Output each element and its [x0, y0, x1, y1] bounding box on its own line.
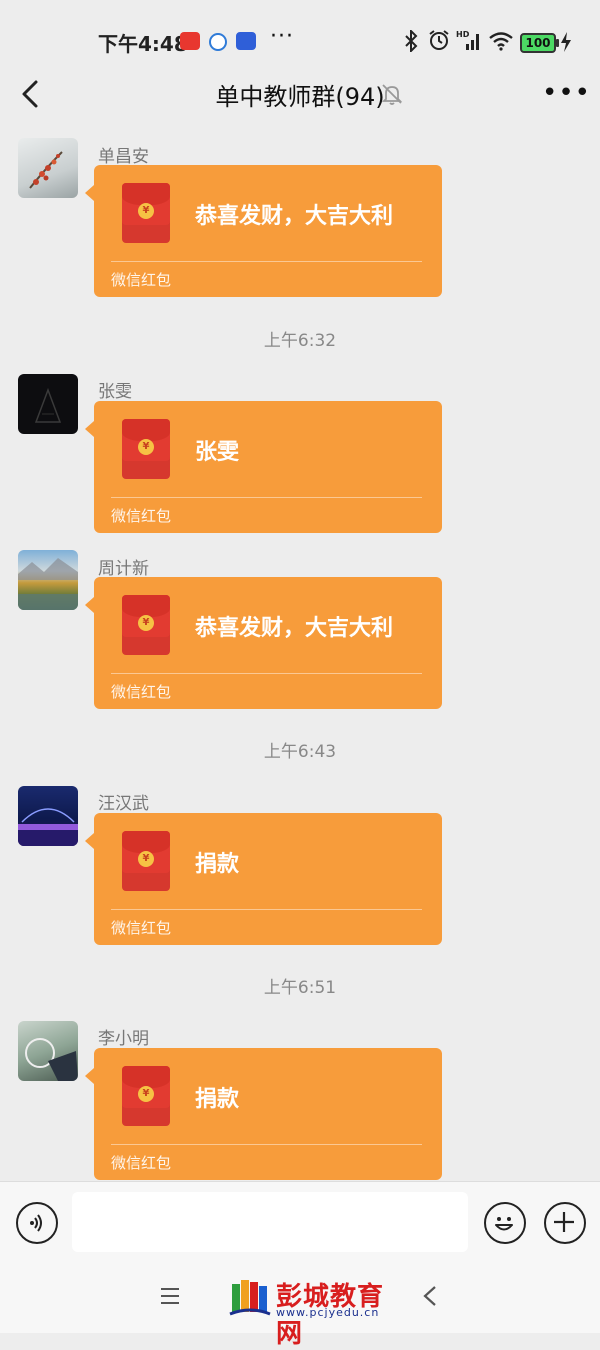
- divider: [111, 497, 422, 498]
- red-packet-label: 微信红包: [111, 1154, 172, 1172]
- avatar-image: [18, 558, 78, 610]
- plus-icon: [554, 1212, 574, 1232]
- divider: [111, 673, 422, 674]
- red-packet-greeting: 捐款: [195, 1087, 240, 1112]
- mute-bell-icon: [381, 84, 403, 105]
- divider: [111, 909, 422, 910]
- red-packet-greeting: 恭喜发财，大吉大利: [195, 616, 394, 641]
- red-packet-greeting: 捐款: [195, 852, 240, 877]
- battery-icon: 100: [520, 33, 559, 53]
- hd-signal-icon: HD: [456, 30, 479, 50]
- input-bar: [0, 1181, 600, 1268]
- status-time: 下午4:48: [98, 32, 188, 56]
- baidu-icon: [236, 32, 256, 50]
- more-notifications-icon: ···: [270, 24, 294, 49]
- red-packet[interactable]: ¥ 捐款 微信红包: [85, 813, 442, 945]
- avatar[interactable]: [18, 374, 78, 434]
- voice-input-button[interactable]: [16, 1202, 58, 1244]
- watermark: 彭城教育网 www.pcjyedu.cn: [228, 1276, 408, 1349]
- divider: [111, 1144, 422, 1145]
- red-packet-label: 微信红包: [111, 919, 172, 937]
- toutiao-icon: [180, 32, 200, 50]
- sender-name: 单昌安: [98, 147, 149, 167]
- timestamp: 上午6:51: [263, 978, 337, 998]
- red-envelope-icon: ¥: [122, 183, 170, 243]
- system-back-icon[interactable]: [420, 1284, 440, 1308]
- avatar[interactable]: [18, 550, 78, 610]
- avatar[interactable]: [18, 1021, 78, 1081]
- system-nav-bar: 彭城教育网 www.pcjyedu.cn: [0, 1268, 600, 1349]
- red-envelope-icon: ¥: [122, 831, 170, 891]
- chat-title: 单中教师群(94): [215, 83, 385, 111]
- red-packet-label: 微信红包: [111, 271, 172, 289]
- avatar-image: [18, 808, 78, 846]
- emoji-button[interactable]: [484, 1202, 526, 1244]
- sender-name: 李小明: [98, 1029, 149, 1049]
- avatar[interactable]: [18, 138, 78, 198]
- red-envelope-icon: ¥: [122, 1066, 170, 1126]
- timestamp: 上午6:43: [263, 742, 337, 762]
- red-packet-greeting: 张雯: [195, 440, 240, 465]
- more-functions-button[interactable]: [544, 1202, 586, 1244]
- chat-header: 单中教师群(94) •••: [0, 60, 600, 126]
- browser-icon: [209, 33, 227, 51]
- voice-icon: [30, 1214, 42, 1232]
- sender-name: 汪汉武: [98, 794, 149, 814]
- message-input[interactable]: [72, 1192, 468, 1252]
- red-packet-label: 微信红包: [111, 507, 172, 525]
- avatar-image: [34, 387, 62, 423]
- alarm-icon: [429, 30, 449, 50]
- red-packet[interactable]: ¥ 恭喜发财，大吉大利 微信红包: [85, 577, 442, 709]
- avatar-image: [29, 151, 63, 189]
- red-envelope-icon: ¥: [122, 595, 170, 655]
- wifi-icon: [489, 32, 513, 51]
- bluetooth-icon: [405, 30, 418, 52]
- red-packet-label: 微信红包: [111, 683, 172, 701]
- menu-icon[interactable]: [160, 1286, 180, 1306]
- emoji-icon: [495, 1217, 513, 1231]
- watermark-logo: [229, 1280, 271, 1316]
- svg-text:HD: HD: [456, 30, 470, 39]
- divider: [111, 261, 422, 262]
- red-envelope-icon: ¥: [122, 419, 170, 479]
- timestamp: 上午6:32: [263, 331, 337, 351]
- avatar[interactable]: [18, 786, 78, 846]
- watermark-url: www.pcjyedu.cn: [276, 1306, 380, 1319]
- charging-icon: [561, 32, 571, 52]
- avatar-image: [25, 1038, 78, 1081]
- more-options-icon[interactable]: •••: [542, 80, 591, 106]
- red-packet-greeting: 恭喜发财，大吉大利: [195, 204, 394, 229]
- sender-name: 张雯: [98, 382, 132, 402]
- red-packet[interactable]: ¥ 恭喜发财，大吉大利 微信红包: [85, 165, 442, 297]
- chat-area[interactable]: 单昌安 ¥ 恭喜发财，大吉大利 微信红包 上午6:32 张雯 ¥ 张雯 微信红包: [0, 126, 600, 1181]
- red-packet[interactable]: ¥ 张雯 微信红包: [85, 401, 442, 533]
- red-packet[interactable]: ¥ 捐款 微信红包: [85, 1048, 442, 1180]
- sender-name: 周计新: [98, 559, 149, 579]
